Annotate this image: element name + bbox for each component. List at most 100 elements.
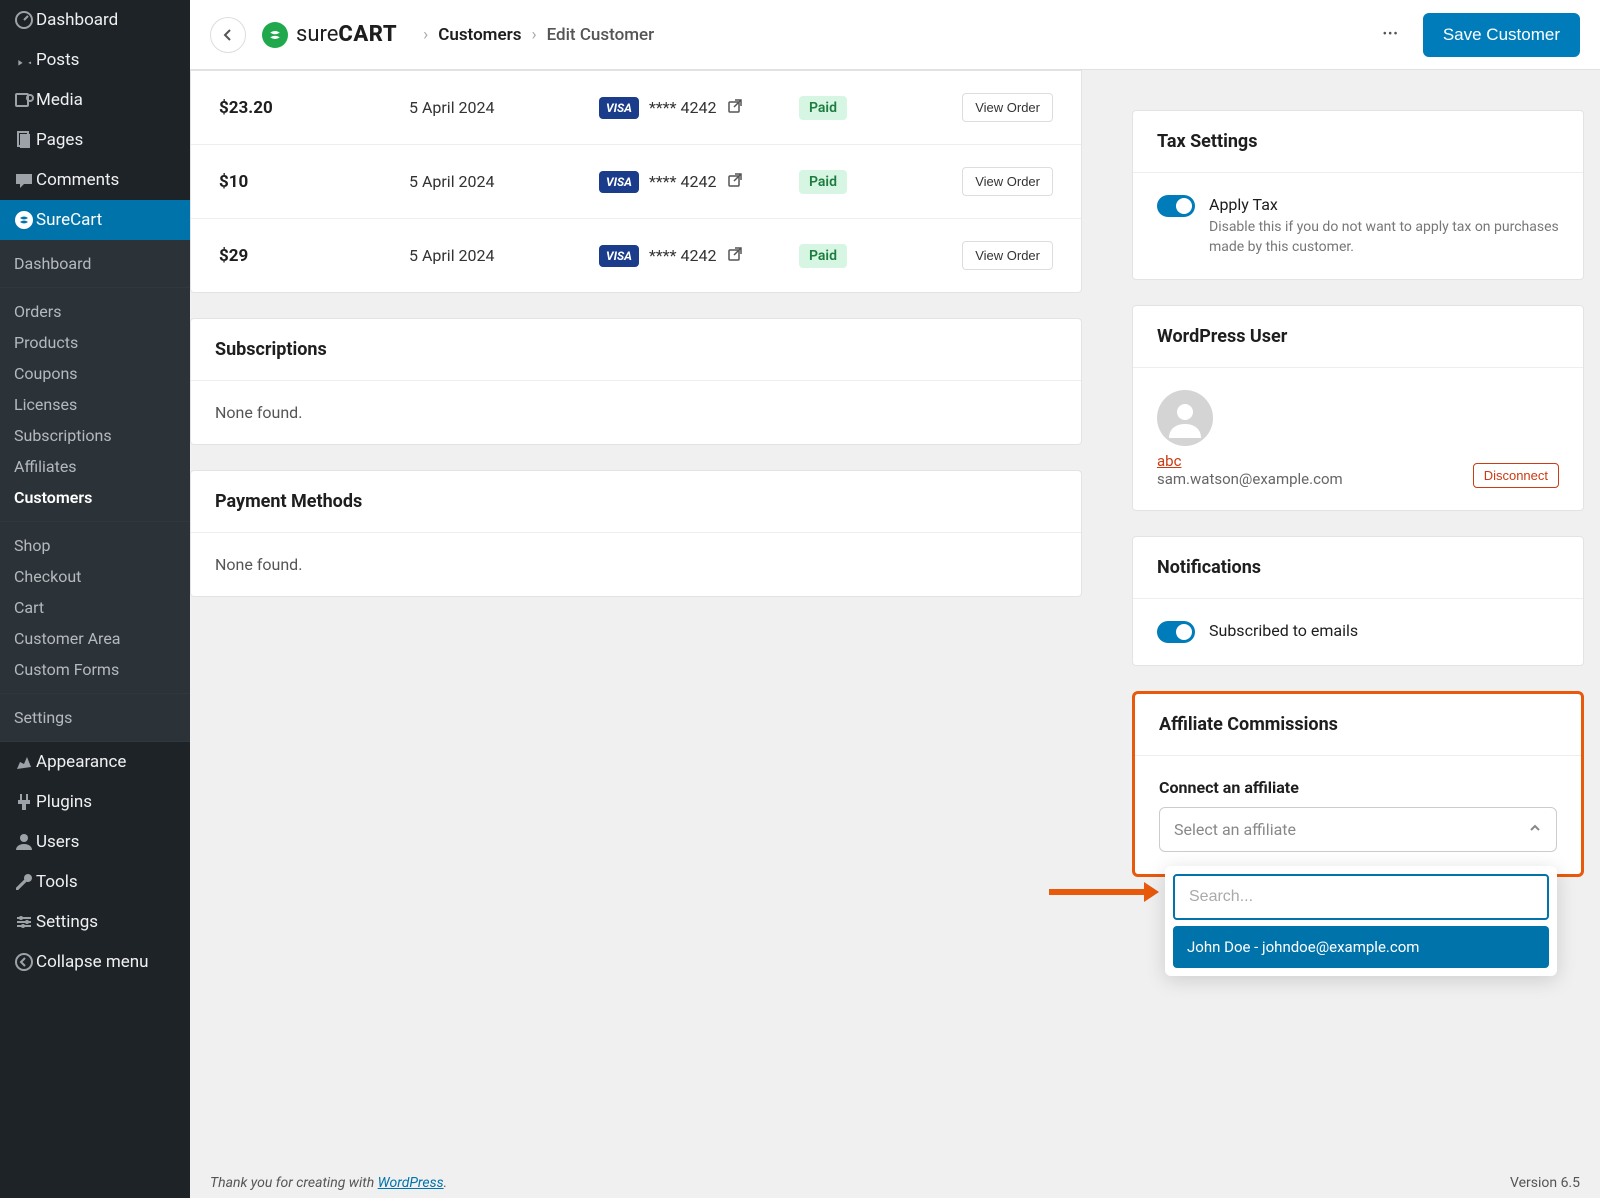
main-right-column: Tax Settings Apply Tax Disable this if y… — [1132, 70, 1584, 1168]
back-button[interactable] — [210, 17, 246, 53]
sidebar-item-pages[interactable]: Pages — [0, 120, 190, 160]
sidebar-item-comments[interactable]: Comments — [0, 160, 190, 200]
footer-version: Version 6.5 — [1510, 1175, 1580, 1191]
payment-methods-card: Payment Methods None found. — [190, 470, 1082, 597]
logo-cart: CART — [338, 22, 397, 47]
sidebar-label: Users — [36, 832, 79, 852]
sub-settings[interactable]: Settings — [0, 702, 190, 733]
sidebar-item-collapse[interactable]: Collapse menu — [0, 942, 190, 982]
subscribed-emails-label: Subscribed to emails — [1209, 621, 1358, 640]
affiliate-option[interactable]: John Doe - johndoe@example.com — [1173, 926, 1549, 968]
order-row: $10 5 April 2024 VISA **** 4242 Paid Vie… — [191, 145, 1081, 219]
apply-tax-row: Apply Tax Disable this if you do not wan… — [1133, 173, 1583, 279]
sub-shop[interactable]: Shop — [0, 530, 190, 561]
footer-wordpress-link[interactable]: WordPress — [378, 1175, 444, 1191]
sub-affiliates[interactable]: Affiliates — [0, 451, 190, 482]
sub-dashboard[interactable]: Dashboard — [0, 248, 190, 279]
subscriptions-card: Subscriptions None found. — [190, 318, 1082, 445]
wp-user-link[interactable]: abc — [1157, 452, 1181, 470]
sidebar-item-dashboard[interactable]: Dashboard — [0, 0, 190, 40]
surecart-icon — [12, 210, 36, 230]
sidebar-item-settings[interactable]: Settings — [0, 902, 190, 942]
sidebar-item-posts[interactable]: Posts — [0, 40, 190, 80]
sidebar-label: Pages — [36, 130, 83, 150]
view-order-button[interactable]: View Order — [962, 241, 1053, 270]
external-link-icon[interactable] — [727, 98, 743, 118]
order-amount: $29 — [219, 246, 409, 266]
sub-cart[interactable]: Cart — [0, 592, 190, 623]
view-order-button[interactable]: View Order — [962, 93, 1053, 122]
breadcrumb-edit-customer: Edit Customer — [547, 25, 655, 45]
external-link-icon[interactable] — [727, 246, 743, 266]
apply-tax-label: Apply Tax — [1209, 195, 1559, 214]
orders-list: $23.20 5 April 2024 VISA **** 4242 Paid … — [190, 70, 1082, 293]
card-number: **** 4242 — [649, 172, 717, 191]
sub-coupons[interactable]: Coupons — [0, 358, 190, 389]
affiliate-select[interactable]: Select an affiliate — [1159, 807, 1557, 852]
sub-checkout[interactable]: Checkout — [0, 561, 190, 592]
sidebar-item-appearance[interactable]: Appearance — [0, 742, 190, 782]
sub-custom-forms[interactable]: Custom Forms — [0, 654, 190, 685]
order-status: Paid — [799, 174, 939, 190]
affiliate-search-input[interactable] — [1173, 874, 1549, 920]
topbar: sureCART › Customers › Edit Customer •••… — [190, 0, 1600, 70]
sidebar-label: Media — [36, 90, 83, 110]
view-order-button[interactable]: View Order — [962, 167, 1053, 196]
subscribed-emails-row: Subscribed to emails — [1133, 599, 1583, 665]
sub-customers[interactable]: Customers — [0, 482, 190, 513]
disconnect-button[interactable]: Disconnect — [1473, 463, 1559, 488]
sub-customer-area[interactable]: Customer Area — [0, 623, 190, 654]
sidebar-label: Dashboard — [36, 10, 118, 30]
external-link-icon[interactable] — [727, 172, 743, 192]
tax-settings-title: Tax Settings — [1133, 111, 1583, 173]
annotation-arrow-icon — [1049, 882, 1159, 902]
sidebar-item-tools[interactable]: Tools — [0, 862, 190, 902]
payment-methods-title: Payment Methods — [191, 471, 1081, 533]
affiliate-body: Connect an affiliate Select an affiliate… — [1135, 755, 1581, 874]
payment-methods-body: None found. — [191, 533, 1081, 596]
surecart-submenu-4: Settings — [0, 693, 190, 741]
breadcrumb-customers[interactable]: Customers — [438, 25, 521, 45]
footer: Thank you for creating with WordPress. V… — [190, 1168, 1600, 1198]
order-date: 5 April 2024 — [409, 246, 599, 265]
wp-admin-sidebar: Dashboard Posts Media Pages Comments Sur… — [0, 0, 190, 1198]
wp-user-email: sam.watson@example.com — [1157, 470, 1343, 488]
sidebar-label: Collapse menu — [36, 952, 149, 972]
main-content: $23.20 5 April 2024 VISA **** 4242 Paid … — [190, 70, 1600, 1168]
save-customer-button[interactable]: Save Customer — [1423, 13, 1580, 57]
affiliate-select-placeholder: Select an affiliate — [1174, 820, 1296, 839]
settings-icon — [12, 912, 36, 932]
dashboard-icon — [12, 10, 36, 30]
sidebar-item-media[interactable]: Media — [0, 80, 190, 120]
paid-badge: Paid — [799, 96, 847, 120]
subscribed-emails-toggle[interactable] — [1157, 621, 1195, 643]
sidebar-label: Plugins — [36, 792, 92, 812]
sidebar-label: SureCart — [36, 210, 102, 230]
sidebar-item-surecart[interactable]: SureCart — [0, 200, 190, 240]
avatar — [1157, 390, 1213, 446]
sidebar-item-plugins[interactable]: Plugins — [0, 782, 190, 822]
media-icon — [12, 90, 36, 110]
logo-sure: sure — [296, 22, 338, 47]
affiliate-commissions-card: Affiliate Commissions Connect an affilia… — [1132, 691, 1584, 877]
sidebar-item-users[interactable]: Users — [0, 822, 190, 862]
sidebar-label: Comments — [36, 170, 119, 190]
card-number: **** 4242 — [649, 98, 717, 117]
visa-icon: VISA — [599, 245, 639, 267]
chevron-right-icon: › — [423, 25, 428, 45]
comments-icon — [12, 170, 36, 190]
paid-badge: Paid — [799, 170, 847, 194]
chevron-right-icon: › — [531, 25, 536, 45]
subscriptions-body: None found. — [191, 381, 1081, 444]
collapse-icon — [12, 952, 36, 972]
apply-tax-desc: Disable this if you do not want to apply… — [1209, 218, 1559, 257]
breadcrumb: › Customers › Edit Customer — [413, 25, 654, 45]
more-button[interactable]: ••• — [1371, 19, 1411, 50]
sub-products[interactable]: Products — [0, 327, 190, 358]
sub-subscriptions[interactable]: Subscriptions — [0, 420, 190, 451]
apply-tax-toggle[interactable] — [1157, 195, 1195, 217]
order-date: 5 April 2024 — [409, 98, 599, 117]
affiliate-dropdown: John Doe - johndoe@example.com — [1165, 866, 1557, 976]
sub-licenses[interactable]: Licenses — [0, 389, 190, 420]
sub-orders[interactable]: Orders — [0, 296, 190, 327]
